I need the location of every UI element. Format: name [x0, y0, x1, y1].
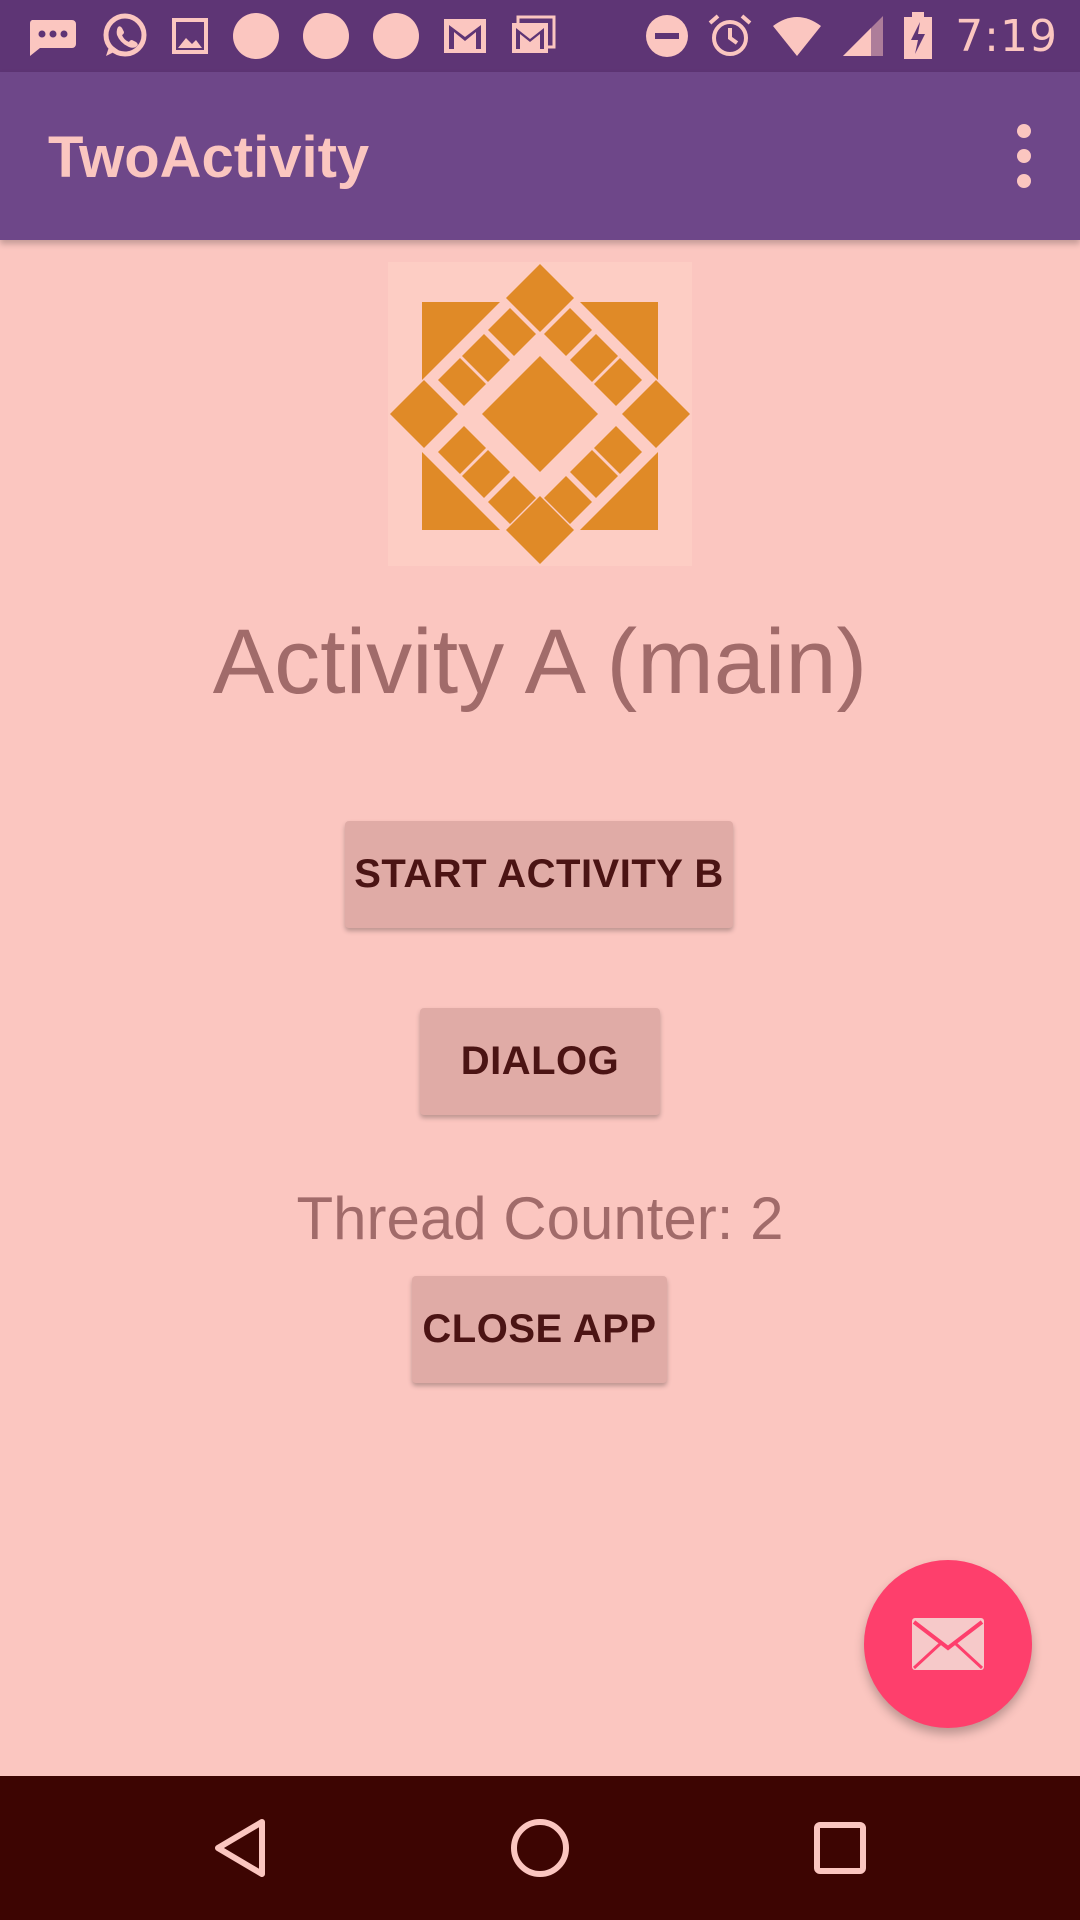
gmail-stack-icon [510, 15, 556, 57]
gallery-icon [170, 16, 210, 56]
alarm-icon [707, 13, 753, 59]
battery-charging-icon [903, 12, 933, 60]
whatsapp-icon [100, 12, 148, 60]
mail-icon [910, 1616, 986, 1672]
status-bar-notifications [26, 12, 578, 60]
notification-dot-icon [372, 12, 420, 60]
more-vert-icon[interactable] [994, 124, 1054, 188]
notification-dot-icon [232, 12, 280, 60]
thread-counter: Thread Counter: 2 [296, 1185, 784, 1252]
home-icon[interactable] [496, 1804, 584, 1892]
messages-icon [26, 14, 78, 58]
navigation-bar [0, 1776, 1080, 1920]
geometric-logo [388, 262, 692, 566]
activity-title: Activity A (main) [212, 611, 868, 713]
app-title: TwoActivity [48, 125, 370, 190]
app-bar: TwoActivity [0, 72, 1080, 240]
recents-icon[interactable] [796, 1804, 884, 1892]
cell-signal-icon [841, 14, 885, 58]
dialog-button[interactable]: DIALOG [420, 1008, 660, 1115]
gmail-icon [442, 17, 488, 55]
start-activity-b-button[interactable]: START ACTIVITY B [345, 821, 733, 928]
wifi-icon [771, 16, 823, 56]
mail-fab-button[interactable] [864, 1560, 1032, 1728]
status-bar: 7:19 [0, 0, 1080, 72]
do-not-disturb-icon [645, 14, 689, 58]
back-icon[interactable] [196, 1804, 284, 1892]
notification-dot-icon [302, 12, 350, 60]
status-bar-system: 7:19 [645, 11, 1058, 62]
close-app-button[interactable]: CLOSE APP [412, 1276, 667, 1383]
status-time: 7:19 [955, 10, 1058, 62]
